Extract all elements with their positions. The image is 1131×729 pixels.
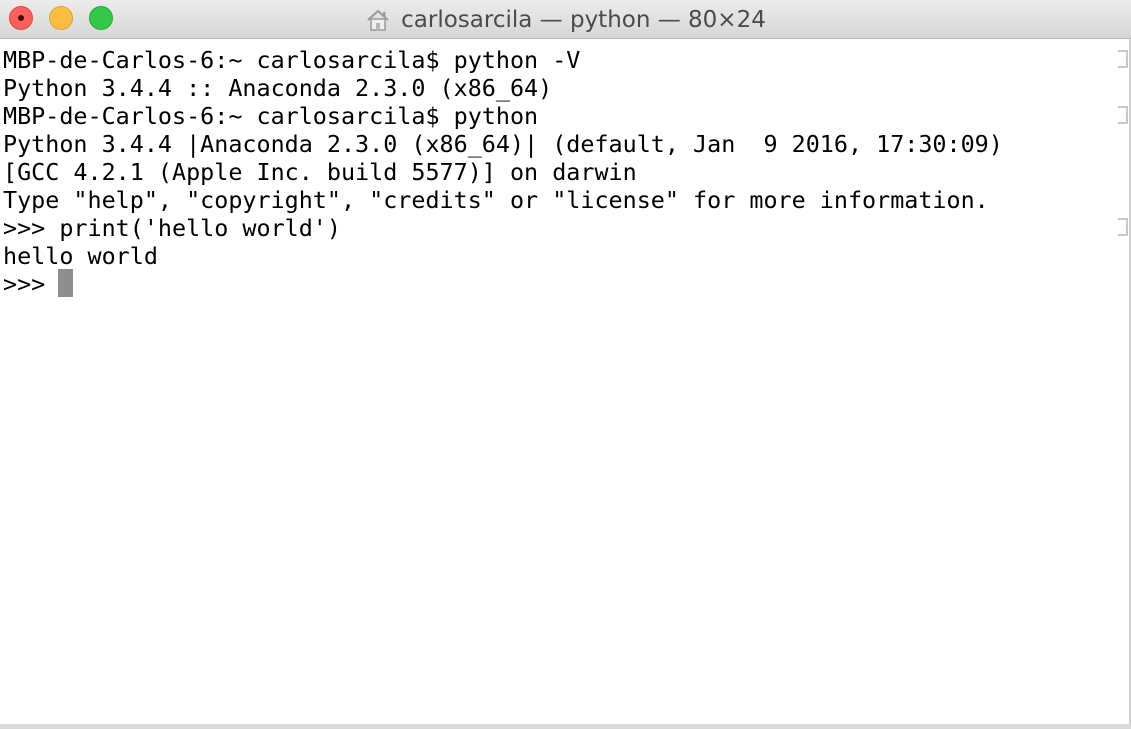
window-bottom-edge <box>0 724 1131 729</box>
title-bar[interactable]: carlosarcila — python — 80×24 <box>0 0 1131 39</box>
terminal-line-version-output: Python 3.4.4 :: Anaconda 2.3.0 (x86_64) <box>3 74 553 102</box>
terminal-line-command-python: MBP-de-Carlos-6:~ carlosarcila$ python <box>3 102 539 130</box>
window-title-area: carlosarcila — python — 80×24 <box>0 0 1131 39</box>
terminal-line-python-banner: Python 3.4.4 |Anaconda 2.3.0 (x86_64)| (… <box>3 130 1003 158</box>
terminal-line-print-output: hello world <box>3 242 158 270</box>
command-mark-icon <box>1118 50 1128 68</box>
terminal-line-prompt: >>> <box>3 270 60 298</box>
home-folder-icon <box>367 9 389 31</box>
window-title: carlosarcila — python — 80×24 <box>401 6 766 33</box>
terminal-line-command-version: MBP-de-Carlos-6:~ carlosarcila$ python -… <box>3 46 581 74</box>
command-mark-icon <box>1118 106 1128 124</box>
terminal-line-help-hint: Type "help", "copyright", "credits" or "… <box>3 186 989 214</box>
terminal-line-gcc-info: [GCC 4.2.1 (Apple Inc. build 5577)] on d… <box>3 158 637 186</box>
terminal-content[interactable]: MBP-de-Carlos-6:~ carlosarcila$ python -… <box>0 44 1131 724</box>
command-mark-icon <box>1118 218 1128 236</box>
terminal-window: carlosarcila — python — 80×24 MBP-de-Car… <box>0 0 1131 729</box>
terminal-line-print-command: >>> print('hello world') <box>3 214 341 242</box>
text-cursor <box>58 269 73 297</box>
